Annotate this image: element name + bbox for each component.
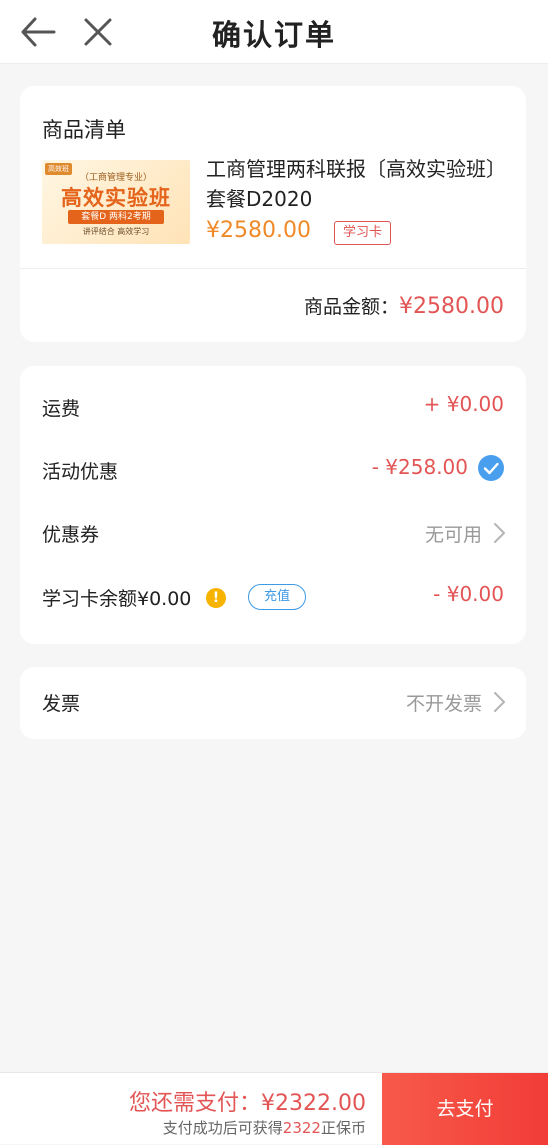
amount-due: 您还需支付：¥2322.00 — [129, 1085, 366, 1117]
product-total: 商品金额：¥2580.00 — [304, 292, 504, 319]
invoice-card[interactable]: 发票 不开发票 — [20, 667, 526, 739]
reward-prefix: 支付成功后可获得 — [162, 1119, 283, 1137]
amount-due-value: ¥2322.00 — [261, 1091, 366, 1116]
invoice-label: 发票 — [42, 693, 81, 715]
reward-note: 支付成功后可获得2322正保币 — [163, 1117, 366, 1138]
section-title: 商品清单 — [42, 118, 126, 142]
recharge-button[interactable]: 充值 — [248, 584, 306, 610]
shipping-label: 运费 — [42, 398, 81, 420]
promotion-value: - ¥258.00 — [371, 455, 468, 479]
check-circle-icon[interactable] — [478, 455, 504, 481]
product-price: ¥2580.00 — [206, 218, 311, 243]
card-balance-label: 学习卡余额¥0.00 — [42, 588, 192, 610]
product-thumbnail[interactable]: 高效班 （工商管理专业） 高效实验班 套餐D 两科2考期 讲评结合 高效学习 — [42, 160, 190, 244]
chevron-right-icon — [494, 692, 505, 712]
total-amount: ¥2580.00 — [399, 294, 504, 319]
thumbnail-line2: 高效实验班 — [61, 186, 171, 210]
coupon-value: 无可用 — [424, 524, 482, 546]
invoice-value: 不开发票 — [405, 693, 482, 715]
pay-button[interactable]: 去支付 — [382, 1073, 548, 1145]
divider — [20, 268, 526, 269]
page-title: 确认订单 — [211, 18, 336, 52]
amount-due-label: 您还需支付： — [129, 1091, 262, 1116]
card-balance-value: - ¥0.00 — [433, 582, 504, 606]
promotion-label: 活动优惠 — [42, 461, 119, 483]
product-list-card: 商品清单 高效班 （工商管理专业） 高效实验班 套餐D 两科2考期 讲评结合 高… — [20, 86, 526, 342]
top-bar: 确认订单 — [0, 0, 548, 64]
fees-card: 运费 + ¥0.00 活动优惠 - ¥258.00 优惠券 无可用 学习卡余额¥… — [20, 366, 526, 644]
study-card-badge: 学习卡 — [334, 221, 392, 245]
promotion-row[interactable]: 活动优惠 - ¥258.00 — [20, 449, 526, 489]
shipping-row: 运费 + ¥0.00 — [20, 386, 526, 426]
thumbnail-line4: 讲评结合 高效学习 — [82, 227, 150, 236]
coupon-label: 优惠券 — [42, 524, 100, 546]
coupon-row[interactable]: 优惠券 无可用 — [20, 512, 526, 552]
invoice-row[interactable]: 发票 不开发票 — [20, 681, 526, 721]
product-name: 工商管理两科联报〔高效实验班〕套餐D2020 — [206, 157, 506, 211]
warning-icon[interactable]: ! — [206, 588, 226, 608]
total-label: 商品金额： — [304, 296, 400, 318]
chevron-right-icon — [494, 523, 505, 543]
reward-points: 2322 — [282, 1119, 321, 1137]
thumbnail-line3: 套餐D 两科2考期 — [68, 210, 164, 224]
shipping-value: + ¥0.00 — [423, 392, 504, 416]
checkmark-icon — [483, 462, 499, 475]
checkout-bar: 您还需支付：¥2322.00 支付成功后可获得2322正保币 去支付 — [0, 1072, 548, 1145]
card-balance-row: 学习卡余额¥0.00 ! 充值 - ¥0.00 — [20, 576, 526, 616]
reward-suffix: 正保币 — [320, 1119, 366, 1137]
